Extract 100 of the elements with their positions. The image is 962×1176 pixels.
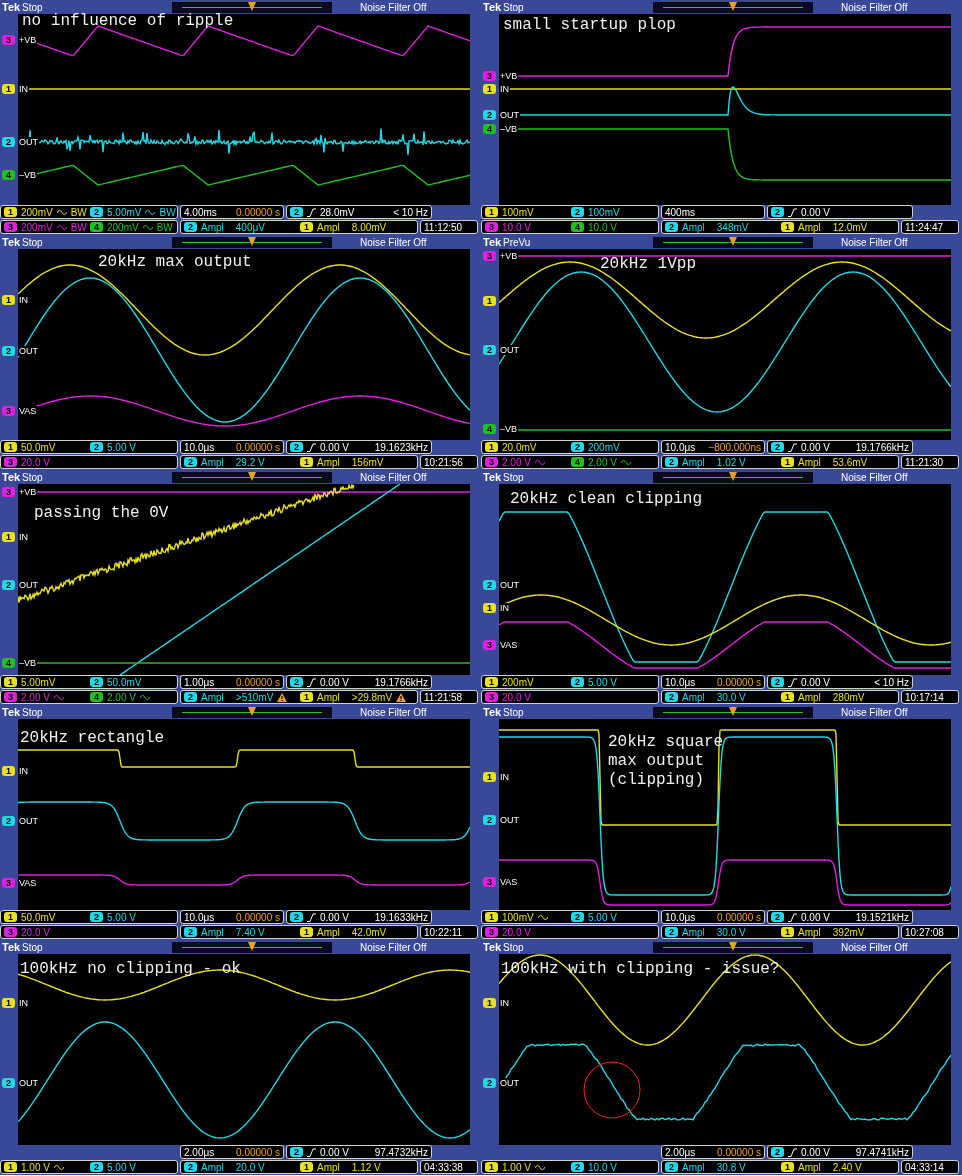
channel-marker: 2: [2, 1078, 15, 1088]
measurement-label: Ampl: [317, 1161, 340, 1173]
channel-badge: 3: [485, 457, 498, 467]
channel-badge: 4: [90, 692, 103, 702]
timestamp: 11:21:30: [901, 455, 959, 469]
measurement-value: 29.2 V: [235, 456, 265, 468]
measurement-label: Ampl: [201, 456, 224, 468]
wave-icon: [56, 223, 67, 231]
measurement-label: Ampl: [201, 1161, 224, 1173]
measurement-value: 30.8 V: [716, 1161, 746, 1173]
measurement-label: Ampl: [317, 926, 340, 938]
frequency-value: 19.1623kHz: [374, 441, 428, 453]
channel-badge: 1: [485, 207, 498, 217]
scale-value: 1.00 V: [502, 1161, 531, 1173]
channel-badge: 1: [4, 207, 17, 217]
channel-label: OUT: [499, 110, 520, 120]
channel-label: VAS: [18, 406, 38, 416]
channel-badge: 2: [665, 1162, 678, 1172]
measurement-label: Ampl: [682, 691, 705, 703]
channel-badge: 1: [781, 222, 794, 232]
channel-badge: 1: [781, 692, 794, 702]
delay-value: 0.00000 s: [236, 441, 280, 453]
channel-badge: 2: [290, 442, 303, 452]
bandwidth-label: BW: [70, 206, 87, 218]
channel-badge: 1: [781, 1162, 794, 1172]
channel-badge: 1: [300, 1162, 313, 1172]
trigger-level: 0.00 V: [320, 441, 349, 453]
channel-badge: 1: [300, 927, 313, 937]
filter-status: Noise Filter Off: [360, 941, 427, 953]
annotation-text: small startup plop: [503, 16, 676, 35]
channel-badge: 2: [771, 442, 784, 452]
acquisition-status: Stop: [22, 236, 44, 248]
channel-label: IN: [18, 84, 29, 94]
trigger-level: 28.0mV: [320, 206, 355, 218]
delay-value: 0.00000 s: [236, 1146, 280, 1158]
trigger-level: 0.00 V: [801, 206, 830, 218]
highlight-circle: [583, 1061, 641, 1119]
annotation-text: passing the 0V: [34, 504, 169, 523]
channel-badge: 1: [300, 692, 313, 702]
acquisition-status: PreVu: [503, 236, 532, 248]
trigger-position-icon: [729, 941, 737, 952]
frequency-value: 19.1521kHz: [855, 911, 909, 923]
measurement-label: Ampl: [682, 456, 705, 468]
delay-value: 0.00000 s: [717, 676, 761, 688]
channel-badge: 3: [485, 222, 498, 232]
acquisition-status: Stop: [22, 471, 44, 483]
channel-badge: 2: [571, 912, 584, 922]
channel-badge: 4: [571, 457, 584, 467]
channel-label: VAS: [499, 640, 519, 650]
acquisition-status: Stop: [503, 941, 525, 953]
frequency-value: 19.1766kHz: [374, 676, 428, 688]
rising-edge-icon: [788, 677, 797, 687]
channel-marker: 2: [2, 580, 15, 590]
channel-badge: 2: [571, 442, 584, 452]
trigger-level: 0.00 V: [801, 676, 830, 688]
trigger-level: 0.00 V: [801, 441, 830, 453]
channel-marker: 1: [483, 84, 496, 94]
rising-edge-icon: [788, 912, 797, 922]
channel-badge: 2: [290, 912, 303, 922]
channel-marker: 1: [2, 84, 15, 94]
timebase-value: 10.0μs: [665, 911, 696, 923]
trigger-level: 0.00 V: [320, 676, 349, 688]
filter-status: Noise Filter Off: [360, 236, 427, 248]
channel-label: +VB: [18, 487, 38, 497]
trigger-position-icon: [248, 706, 256, 717]
channel-badge: 4: [571, 222, 584, 232]
bandwidth-label: BW: [70, 221, 87, 233]
channel-label: OUT: [18, 346, 39, 356]
frequency-value: 97.4741kHz: [855, 1146, 909, 1158]
channel-badge: 2: [90, 677, 103, 687]
scale-value: 100mV: [588, 206, 620, 218]
measurement-value: 53.6mV: [832, 456, 868, 468]
channel-marker: 2: [483, 1078, 496, 1088]
scale-value: 20.0 V: [502, 926, 531, 938]
channel-label: OUT: [18, 816, 39, 826]
frequency-value: < 10 Hz: [874, 676, 909, 688]
acquisition-status: Stop: [22, 941, 44, 953]
channel-marker: 3: [2, 35, 15, 45]
channel-marker: 3: [483, 251, 496, 261]
rising-edge-icon: [307, 912, 316, 922]
channel-badge: 2: [771, 207, 784, 217]
rising-edge-icon: [307, 677, 316, 687]
measurement-value: 2.40 V: [832, 1161, 862, 1173]
channel-marker: 2: [2, 346, 15, 356]
measurement-value: 348mV: [716, 221, 749, 233]
channel-badge: 2: [571, 207, 584, 217]
channel-label: OUT: [499, 345, 520, 355]
channel-marker: 3: [2, 406, 15, 416]
acquisition-status: Stop: [503, 1, 525, 13]
scale-value: 50.0mV: [21, 911, 56, 923]
channel-badge: 1: [485, 1162, 498, 1172]
channel-badge: 3: [4, 692, 17, 702]
filter-status: Noise Filter Off: [841, 1, 908, 13]
scale-value: 20.0 V: [502, 691, 531, 703]
channel-marker: 1: [2, 766, 15, 776]
channel-label: –VB: [499, 124, 518, 134]
brand-label: Tek: [483, 1, 503, 13]
measurement-value: 400μV: [235, 221, 265, 233]
trigger-position-icon: [248, 941, 256, 952]
channel-label: OUT: [18, 580, 39, 590]
